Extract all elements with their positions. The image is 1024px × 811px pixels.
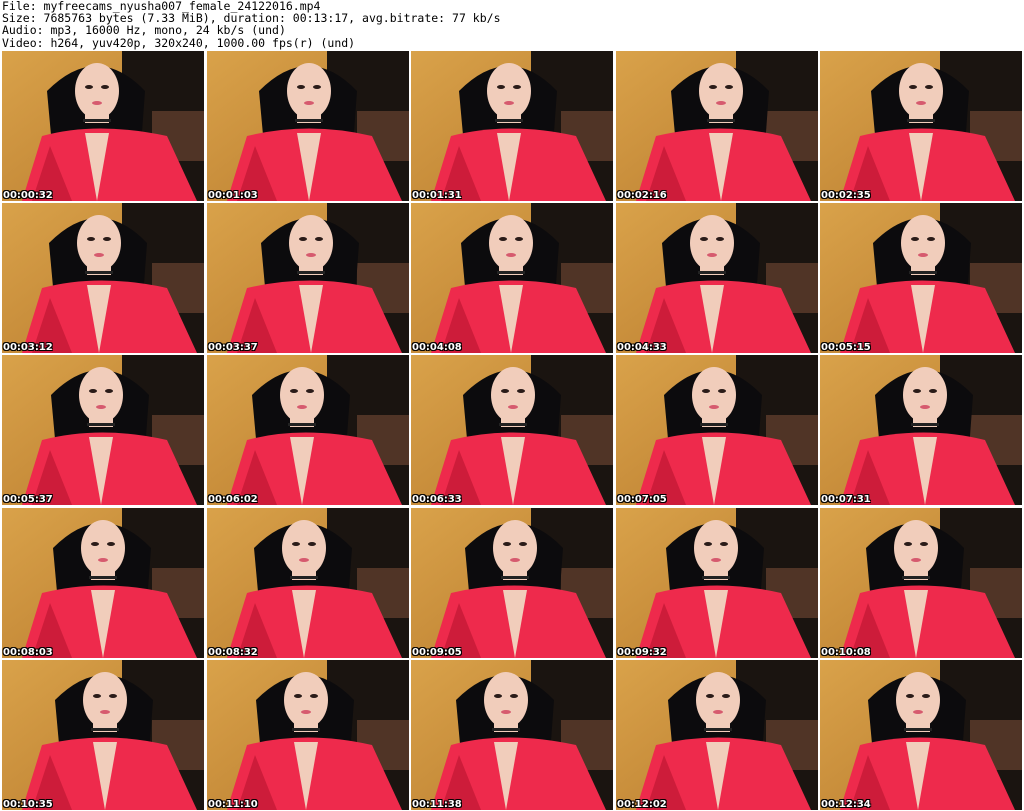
frame-timestamp: 00:11:38: [412, 799, 462, 810]
thumbnail-grid: 00:00:32 00:01:03 00:01:31 00:02:16 00:0…: [0, 50, 1024, 811]
frame-timestamp: 00:03:37: [208, 342, 258, 353]
video-info-line: Video: h264, yuv420p, 320x240, 1000.00 f…: [2, 35, 356, 50]
video-frame-thumbnail: 00:03:12: [2, 203, 204, 353]
frame-image: [207, 508, 409, 658]
frame-image: [207, 51, 409, 201]
frame-image: [2, 51, 204, 201]
frame-timestamp: 00:05:15: [821, 342, 871, 353]
video-frame-thumbnail: 00:01:03: [207, 51, 409, 201]
frame-image: [411, 660, 613, 810]
video-frame-thumbnail: 00:08:03: [2, 508, 204, 658]
frame-timestamp: 00:10:08: [821, 647, 871, 658]
video-frame-thumbnail: 00:10:08: [820, 508, 1022, 658]
frame-timestamp: 00:12:34: [821, 799, 871, 810]
frame-image: [207, 355, 409, 505]
frame-image: [616, 355, 818, 505]
frame-image: [2, 660, 204, 810]
frame-image: [411, 51, 613, 201]
frame-image: [207, 203, 409, 353]
video-frame-thumbnail: 00:02:16: [616, 51, 818, 201]
frame-timestamp: 00:01:31: [412, 190, 462, 201]
video-frame-thumbnail: 00:10:35: [2, 660, 204, 810]
file-info-header: File: myfreecams_nyusha007_female_241220…: [0, 0, 1024, 50]
video-frame-thumbnail: 00:04:33: [616, 203, 818, 353]
frame-timestamp: 00:01:03: [208, 190, 258, 201]
frame-image: [411, 203, 613, 353]
frame-image: [820, 508, 1022, 658]
frame-image: [820, 660, 1022, 810]
frame-image: [2, 203, 204, 353]
video-frame-thumbnail: 00:05:37: [2, 355, 204, 505]
frame-timestamp: 00:11:10: [208, 799, 258, 810]
frame-timestamp: 00:04:08: [412, 342, 462, 353]
frame-image: [616, 508, 818, 658]
video-frame-thumbnail: 00:01:31: [411, 51, 613, 201]
frame-timestamp: 00:08:03: [3, 647, 53, 658]
frame-image: [820, 51, 1022, 201]
video-frame-thumbnail: 00:12:02: [616, 660, 818, 810]
frame-image: [207, 660, 409, 810]
video-frame-thumbnail: 00:09:05: [411, 508, 613, 658]
frame-timestamp: 00:10:35: [3, 799, 53, 810]
video-frame-thumbnail: 00:08:32: [207, 508, 409, 658]
video-frame-thumbnail: 00:05:15: [820, 203, 1022, 353]
video-frame-thumbnail: 00:07:31: [820, 355, 1022, 505]
frame-timestamp: 00:02:35: [821, 190, 871, 201]
video-frame-thumbnail: 00:07:05: [616, 355, 818, 505]
frame-timestamp: 00:07:05: [617, 494, 667, 505]
video-frame-thumbnail: 00:11:38: [411, 660, 613, 810]
frame-timestamp: 00:05:37: [3, 494, 53, 505]
frame-timestamp: 00:12:02: [617, 799, 667, 810]
frame-timestamp: 00:09:32: [617, 647, 667, 658]
video-frame-thumbnail: 00:06:02: [207, 355, 409, 505]
frame-timestamp: 00:06:33: [412, 494, 462, 505]
video-frame-thumbnail: 00:04:08: [411, 203, 613, 353]
video-frame-thumbnail: 00:02:35: [820, 51, 1022, 201]
video-frame-thumbnail: 00:06:33: [411, 355, 613, 505]
video-frame-thumbnail: 00:11:10: [207, 660, 409, 810]
frame-timestamp: 00:08:32: [208, 647, 258, 658]
video-frame-thumbnail: 00:03:37: [207, 203, 409, 353]
frame-image: [2, 355, 204, 505]
frame-timestamp: 00:02:16: [617, 190, 667, 201]
frame-image: [616, 51, 818, 201]
frame-timestamp: 00:04:33: [617, 342, 667, 353]
audio-info-line: Audio: mp3, 16000 Hz, mono, 24 kb/s (und…: [2, 23, 286, 38]
frame-timestamp: 00:03:12: [3, 342, 53, 353]
frame-image: [411, 508, 613, 658]
video-frame-thumbnail: 00:00:32: [2, 51, 204, 201]
frame-timestamp: 00:09:05: [412, 647, 462, 658]
frame-timestamp: 00:07:31: [821, 494, 871, 505]
frame-image: [820, 203, 1022, 353]
frame-image: [820, 355, 1022, 505]
video-frame-thumbnail: 00:12:34: [820, 660, 1022, 810]
frame-image: [616, 203, 818, 353]
frame-image: [616, 660, 818, 810]
frame-timestamp: 00:06:02: [208, 494, 258, 505]
frame-timestamp: 00:00:32: [3, 190, 53, 201]
video-frame-thumbnail: 00:09:32: [616, 508, 818, 658]
frame-image: [411, 355, 613, 505]
frame-image: [2, 508, 204, 658]
